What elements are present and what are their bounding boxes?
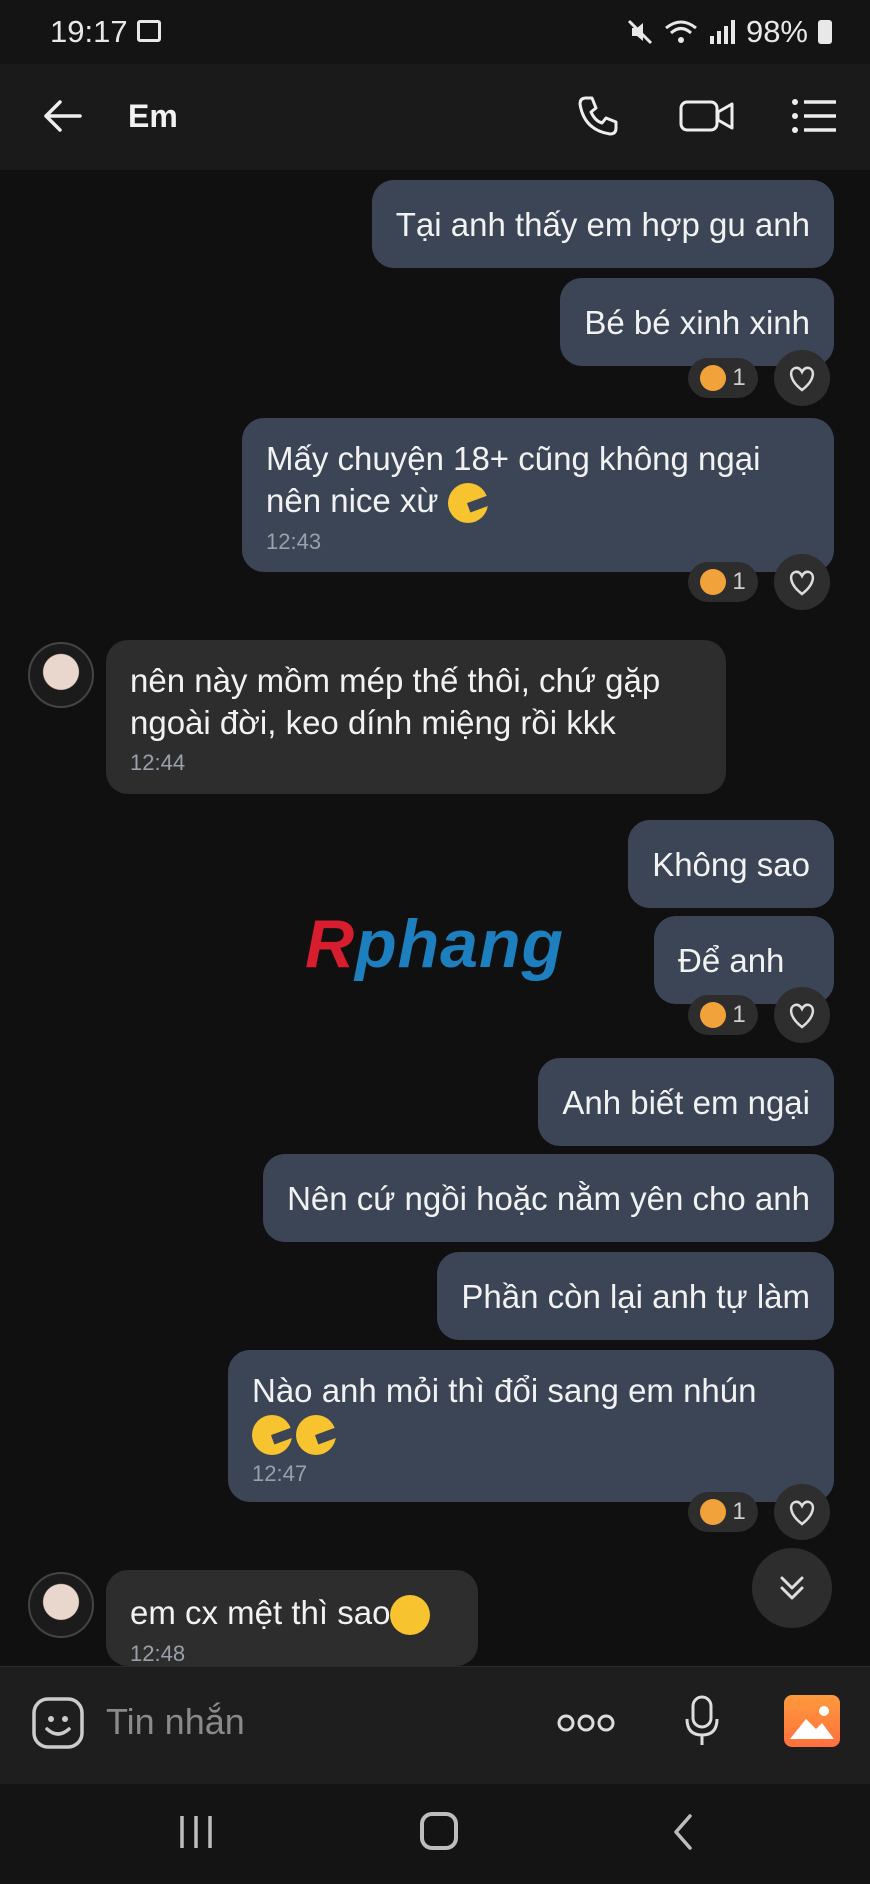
message-bubble-sent[interactable]: Tại anh thấy em hợp gu anh xyxy=(371,180,834,268)
reaction-badge[interactable]: 1 xyxy=(688,562,758,602)
message-time: 12:44 xyxy=(130,750,186,775)
microphone-icon[interactable] xyxy=(684,1693,720,1749)
heart-icon xyxy=(789,570,815,596)
message-text: Bé bé xinh xinh xyxy=(584,304,810,341)
message-text-line2: nên nice xừ xyxy=(266,482,439,519)
winking-emoji-icon xyxy=(252,1415,292,1456)
double-chevron-down-icon xyxy=(780,1576,804,1600)
winking-emoji-icon xyxy=(447,483,488,524)
message-text: nên này mồm mép thế thôi, chứ gặp xyxy=(130,662,661,699)
home-icon[interactable] xyxy=(420,1812,458,1850)
message-time: 12:47 xyxy=(252,1461,308,1487)
like-heart-button[interactable] xyxy=(774,350,830,406)
reaction-badge[interactable]: 1 xyxy=(688,358,758,398)
recent-apps-icon[interactable] xyxy=(176,1814,216,1850)
message-text: em cx mệt thì sao xyxy=(130,1594,391,1631)
chat-header: Em xyxy=(0,64,870,170)
status-indicators: 98% xyxy=(626,14,832,50)
scroll-to-bottom-button[interactable] xyxy=(752,1548,832,1628)
winking-emoji-icon xyxy=(296,1415,336,1456)
more-options-icon[interactable] xyxy=(556,1713,616,1733)
gallery-notification-icon xyxy=(137,20,161,42)
laughing-emoji-icon xyxy=(390,1595,431,1636)
wifi-icon xyxy=(665,20,697,43)
reaction-count: 1 xyxy=(732,364,746,391)
reaction-badge[interactable]: 1 xyxy=(688,1492,758,1532)
message-text: Phần còn lại anh tự làm xyxy=(461,1278,810,1315)
heart-icon xyxy=(789,366,815,392)
nav-back-icon[interactable] xyxy=(668,1812,698,1852)
message-bubble-sent[interactable]: Nên cứ ngồi hoặc nằm yên cho anh xyxy=(263,1154,834,1242)
message-time: 12:43 xyxy=(266,529,322,555)
message-bubble-received[interactable]: nên này mồm mép thế thôi, chứ gặp ngoài … xyxy=(106,640,726,794)
reaction-count: 1 xyxy=(732,1001,746,1028)
laughing-reaction-icon xyxy=(700,1499,727,1525)
battery-percent: 98% xyxy=(745,14,808,49)
video-call-icon[interactable] xyxy=(678,92,736,140)
reaction-badge[interactable]: 1 xyxy=(688,995,758,1035)
like-heart-button[interactable] xyxy=(774,1484,830,1540)
phone-icon[interactable] xyxy=(574,92,622,140)
image-picker-icon[interactable] xyxy=(784,1695,840,1747)
menu-list-icon[interactable] xyxy=(790,92,840,140)
message-text-line2: ngoài đời, keo dính miệng rồi kkk xyxy=(130,704,616,741)
message-text: Mấy chuyện 18+ cũng không ngại xyxy=(266,440,761,477)
contact-name[interactable]: Em xyxy=(128,98,178,135)
message-text: Tại anh thấy em hợp gu anh xyxy=(395,206,810,243)
image-icon xyxy=(790,1706,834,1739)
message-input-bar: Tin nhắn xyxy=(0,1666,870,1785)
like-heart-button[interactable] xyxy=(774,554,830,610)
message-bubble-sent[interactable]: Phần còn lại anh tự làm xyxy=(437,1252,834,1340)
message-bubble-sent[interactable]: Anh biết em ngại xyxy=(538,1058,834,1146)
contact-avatar[interactable] xyxy=(28,642,94,708)
sticker-icon[interactable] xyxy=(30,1695,86,1751)
message-text: Nào anh mỏi thì đổi sang em nhún xyxy=(252,1372,757,1409)
message-bubble-received[interactable]: em cx mệt thì sao 12:48 xyxy=(106,1570,478,1666)
laughing-reaction-icon xyxy=(700,365,727,391)
status-time: 19:17 xyxy=(50,14,128,49)
status-bar: 19:17 98% xyxy=(0,0,870,64)
message-time: 12:48 xyxy=(130,1641,186,1666)
message-input[interactable]: Tin nhắn xyxy=(106,1701,245,1743)
back-arrow-icon[interactable] xyxy=(38,92,86,140)
signal-icon xyxy=(709,20,735,44)
mute-icon xyxy=(627,19,653,45)
like-heart-button[interactable] xyxy=(774,987,830,1043)
battery-icon xyxy=(818,20,832,44)
message-bubble-sent[interactable]: Nào anh mỏi thì đổi sang em nhún 12:47 xyxy=(228,1350,834,1502)
laughing-reaction-icon xyxy=(700,1002,727,1028)
system-nav-bar xyxy=(0,1784,870,1884)
heart-icon xyxy=(789,1500,815,1526)
watermark-logo: Rphang xyxy=(305,906,565,982)
contact-avatar[interactable] xyxy=(28,1572,94,1638)
message-text: Không sao xyxy=(652,846,810,883)
message-text: Nên cứ ngồi hoặc nằm yên cho anh xyxy=(287,1180,810,1217)
message-text: Để anh xyxy=(678,942,785,979)
message-bubble-sent[interactable]: Mấy chuyện 18+ cũng không ngại nên nice … xyxy=(242,418,834,572)
laughing-reaction-icon xyxy=(700,569,727,595)
message-text: Anh biết em ngại xyxy=(562,1084,810,1121)
reaction-count: 1 xyxy=(732,568,746,595)
reaction-count: 1 xyxy=(732,1498,746,1525)
heart-icon xyxy=(789,1003,815,1029)
message-bubble-sent[interactable]: Không sao xyxy=(628,820,834,908)
